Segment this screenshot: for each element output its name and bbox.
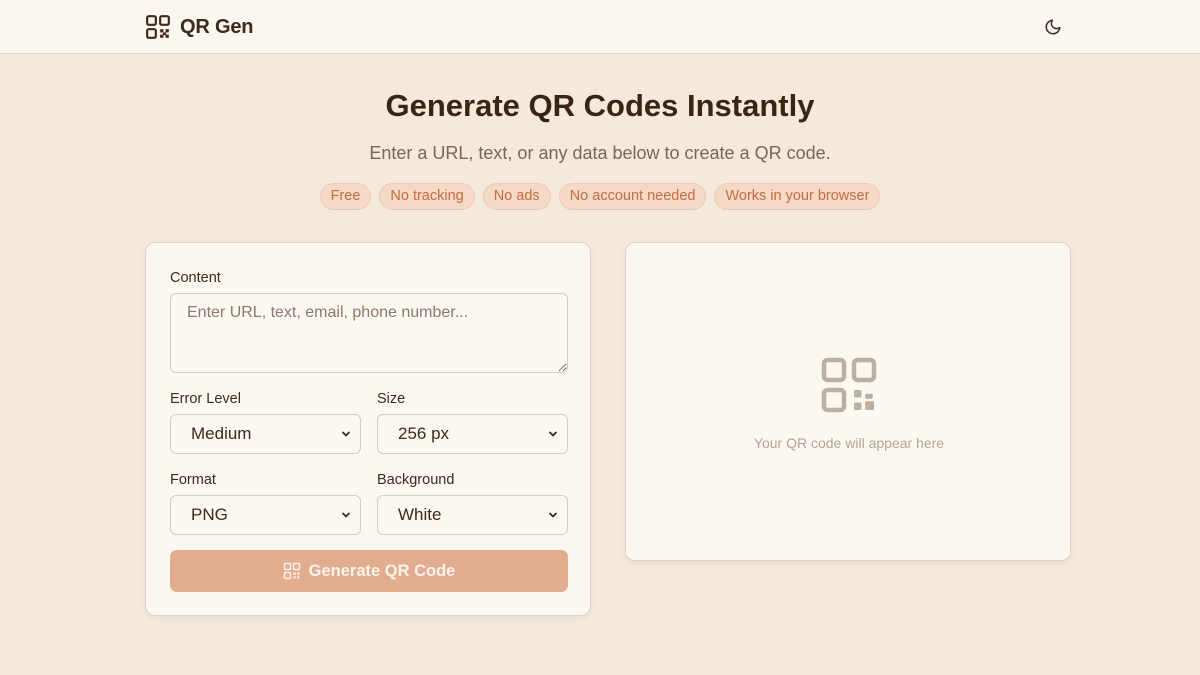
brand[interactable]: QR Gen — [145, 14, 253, 40]
chevron-down-icon — [342, 431, 350, 437]
generate-qr-button[interactable]: Generate QR Code — [170, 550, 568, 592]
format-label: Format — [170, 472, 216, 488]
pill-no-tracking: No tracking — [379, 183, 475, 210]
size-value: 256 px — [398, 424, 450, 443]
qr-code-icon — [146, 15, 170, 39]
qr-code-icon — [821, 357, 877, 413]
background-select[interactable]: White — [377, 495, 568, 535]
page-title: Generate QR Codes Instantly — [385, 88, 815, 123]
format-value: PNG — [191, 505, 228, 524]
size-label: Size — [377, 391, 406, 407]
generate-button-label: Generate QR Code — [308, 561, 456, 580]
error-level-select[interactable]: Medium — [170, 414, 361, 454]
pill-no-ads: No ads — [482, 183, 551, 210]
app-header: QR Gen — [0, 0, 1200, 54]
qr-preview-card: Your QR code will appear here — [625, 242, 1071, 561]
theme-toggle-button[interactable] — [1038, 13, 1068, 41]
qr-placeholder-text: Your QR code will appear here — [753, 435, 945, 451]
format-select[interactable]: PNG — [170, 495, 361, 535]
background-label: Background — [377, 472, 455, 488]
pill-works-in-browser: Works in your browser — [714, 183, 881, 210]
error-level-label: Error Level — [170, 391, 241, 407]
background-value: White — [398, 505, 442, 524]
feature-pills: Free No tracking No ads No account neede… — [0, 183, 1200, 210]
brand-name: QR Gen — [180, 15, 254, 38]
pill-free: Free — [319, 183, 372, 210]
chevron-down-icon — [342, 512, 350, 518]
content-label: Content — [170, 270, 221, 286]
qr-form-card: Content Error Level Medium Size 256 px F… — [145, 242, 591, 616]
qr-code-icon — [283, 562, 300, 580]
content-input[interactable] — [170, 293, 568, 373]
pill-no-account: No account needed — [558, 183, 707, 210]
size-select[interactable]: 256 px — [377, 414, 568, 454]
chevron-down-icon — [549, 431, 557, 437]
moon-icon — [1045, 19, 1061, 35]
page-subtitle: Enter a URL, text, or any data below to … — [369, 143, 831, 163]
chevron-down-icon — [549, 512, 557, 518]
error-level-value: Medium — [191, 424, 252, 443]
